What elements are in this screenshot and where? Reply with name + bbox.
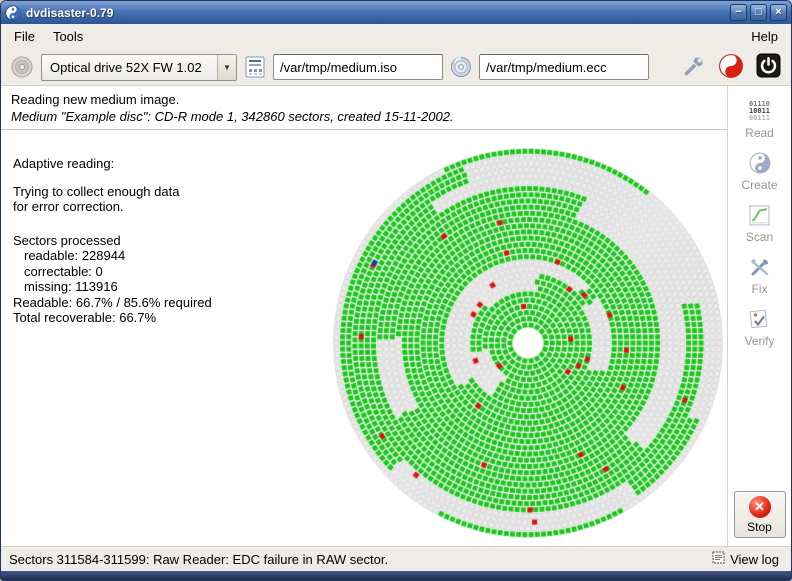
verify-check-icon [749, 306, 771, 332]
sector-spiral-canvas [327, 142, 727, 544]
image-file-icon [244, 55, 266, 79]
stop-button[interactable]: ✕ Stop [734, 491, 786, 538]
iso-path-input[interactable] [273, 54, 443, 80]
read-button-label: Read [745, 126, 774, 140]
main-area: Reading new medium image. Medium "Exampl… [1, 86, 727, 546]
reading-mode-label: Adaptive reading: [13, 156, 212, 172]
sectors-correctable: correctable: 0 [13, 264, 212, 280]
ecc-file-icon [450, 55, 472, 79]
menu-file[interactable]: File [5, 26, 44, 47]
minimize-button[interactable]: − [730, 4, 747, 21]
app-logo-icon [5, 5, 21, 21]
progress-readout: Adaptive reading: Trying to collect enou… [13, 156, 212, 326]
app-window: dvdisaster-0.79 − □ × File Tools Help Op… [0, 0, 792, 581]
yin-yang-icon [749, 150, 771, 176]
dvdisaster-logo-button[interactable] [717, 53, 745, 81]
verify-button-label: Verify [744, 334, 774, 348]
menu-help[interactable]: Help [742, 26, 787, 47]
quit-button[interactable] [754, 53, 782, 81]
fix-button-label: Fix [752, 282, 768, 296]
stop-button-label: Stop [747, 520, 772, 534]
sectors-missing: missing: 113916 [13, 279, 212, 295]
drive-select-value: Optical drive 52X FW 1.02 [42, 60, 217, 75]
maximize-button[interactable]: □ [750, 4, 767, 21]
status-message: Sectors 311584-311599: Raw Reader: EDC f… [9, 552, 708, 567]
recoverable-percent-line: Total recoverable: 66.7% [13, 310, 212, 326]
page-header: Reading new medium image. Medium "Exampl… [1, 86, 727, 130]
create-button-label: Create [741, 178, 777, 192]
window-title: dvdisaster-0.79 [26, 6, 727, 20]
statusbar: Sectors 311584-311599: Raw Reader: EDC f… [1, 546, 791, 571]
reading-hint-line1: Trying to collect enough data [13, 184, 212, 200]
stop-x-icon: ✕ [749, 496, 771, 518]
app-body: Reading new medium image. Medium "Exampl… [1, 86, 791, 546]
view-log-label: View log [730, 552, 779, 567]
titlebar[interactable]: dvdisaster-0.79 − □ × [1, 1, 791, 24]
tools-icon [749, 254, 771, 280]
scan-chart-icon [749, 202, 770, 228]
wrench-icon [682, 54, 706, 81]
power-icon [756, 53, 781, 81]
dvdisaster-logo-icon [718, 53, 744, 82]
scan-button-label: Scan [746, 230, 773, 244]
ecc-path-input[interactable] [479, 54, 649, 80]
preferences-button[interactable] [680, 53, 708, 81]
scan-button[interactable]: Scan [732, 198, 788, 247]
create-button[interactable]: Create [732, 146, 788, 195]
heading-medium-info: Medium "Example disc": CD-R mode 1, 3428… [11, 109, 717, 124]
sectors-processed-title: Sectors processed [13, 233, 212, 249]
verify-button[interactable]: Verify [732, 302, 788, 351]
view-log-button[interactable]: View log [708, 550, 783, 568]
heading-action: Reading new medium image. [11, 92, 717, 107]
toolbar: Optical drive 52X FW 1.02 ▼ [1, 49, 791, 86]
read-button[interactable]: 01110 10011 00111 Read [732, 94, 788, 143]
fix-button[interactable]: Fix [732, 250, 788, 299]
window-bottom-frame [1, 571, 791, 580]
binary-read-icon: 01110 10011 00111 [749, 98, 770, 124]
drive-select[interactable]: Optical drive 52X FW 1.02 ▼ [41, 54, 237, 81]
menubar: File Tools Help [1, 24, 791, 49]
menu-tools[interactable]: Tools [44, 26, 92, 47]
sectors-readable: readable: 228944 [13, 248, 212, 264]
readable-percent-line: Readable: 66.7% / 85.6% required [13, 295, 212, 311]
reading-hint-line2: for error correction. [13, 199, 212, 215]
chevron-down-icon: ▼ [217, 55, 236, 80]
close-button[interactable]: × [770, 4, 787, 21]
sidebar: 01110 10011 00111 Read Create [727, 86, 791, 546]
drive-status-icon [10, 55, 34, 79]
log-icon [712, 551, 725, 567]
